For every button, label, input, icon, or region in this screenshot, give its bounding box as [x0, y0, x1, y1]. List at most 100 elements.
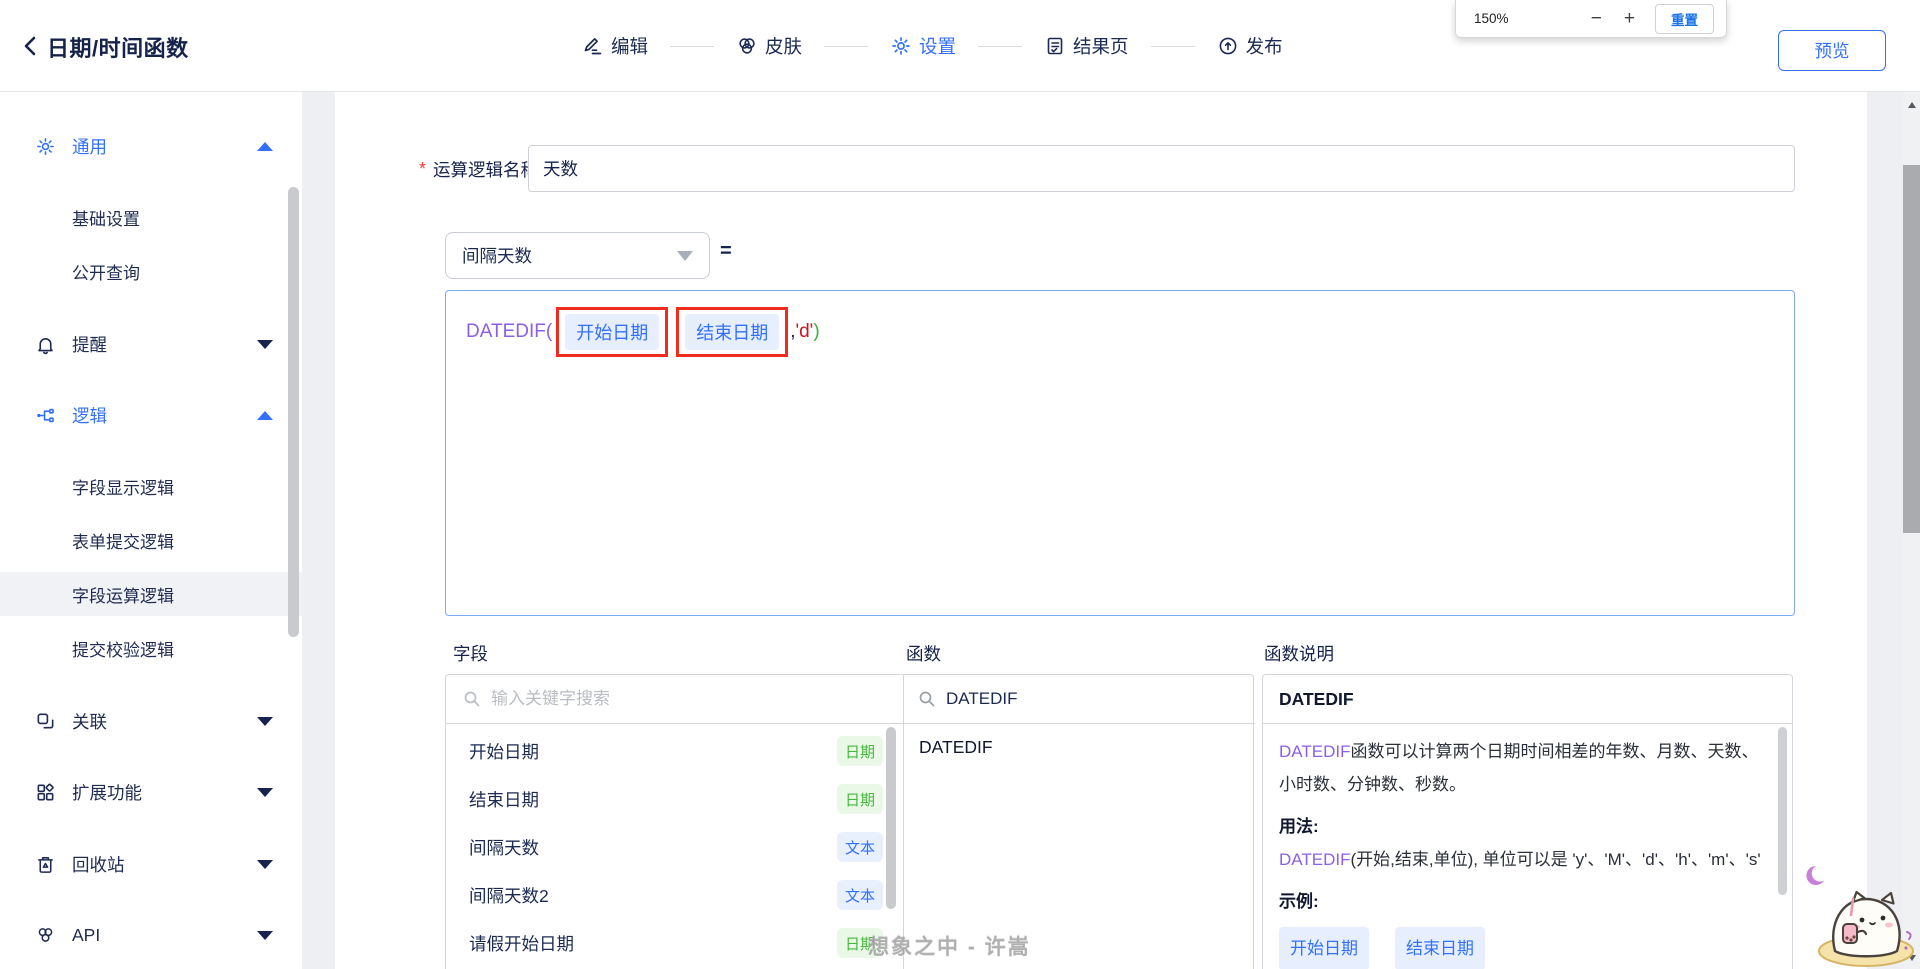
tab-settings[interactable]: 设置	[890, 33, 956, 59]
tab-edit[interactable]: 编辑	[582, 33, 648, 59]
sidebar-item-relation[interactable]: 关联	[0, 699, 302, 743]
sidebar-item-label: 基础设置	[72, 205, 140, 230]
field-row-start-date[interactable]: 开始日期 日期	[446, 727, 886, 775]
error-highlight-frame: 结束日期	[676, 307, 788, 357]
sidebar-item-label: 提醒	[72, 332, 107, 357]
sidebar-item-label: API	[72, 925, 100, 946]
function-search[interactable]	[918, 675, 1226, 723]
scrollbar-thumb[interactable]	[1903, 165, 1920, 533]
sidebar-item-label: 通用	[72, 134, 107, 159]
target-field-select[interactable]: 间隔天数	[445, 232, 710, 279]
result-page-icon	[1044, 35, 1066, 57]
description-header-divider	[1263, 723, 1793, 724]
zoom-out-button[interactable]: −	[1585, 8, 1608, 30]
sidebar-item-field-display-logic[interactable]: 字段显示逻辑	[0, 464, 302, 508]
field-row-interval-days[interactable]: 间隔天数 文本	[446, 823, 886, 871]
back-chevron-icon	[20, 34, 40, 58]
logic-name-input[interactable]	[528, 145, 1795, 192]
sidebar-item-general[interactable]: 通用	[0, 124, 302, 168]
browser-scrollbar[interactable]	[1903, 92, 1920, 969]
sidebar-item-form-submit-logic[interactable]: 表单提交逻辑	[0, 518, 302, 562]
page-title: 日期/时间函数	[47, 31, 189, 63]
field-name: 结束日期	[469, 787, 539, 812]
chevron-down-icon	[257, 788, 273, 797]
sidebar-item-basic-settings[interactable]: 基础设置	[0, 195, 302, 239]
field-search-input[interactable]	[491, 689, 791, 709]
example-label: 示例:	[1279, 885, 1766, 918]
description-scrollbar-thumb[interactable]	[1778, 727, 1787, 895]
zoom-level-value: 150%	[1474, 11, 1509, 26]
sidebar-item-recycle-bin[interactable]: 回收站	[0, 842, 302, 886]
fields-functions-panel: 开始日期 日期 结束日期 日期 间隔天数 文本 间隔天数2 文本 请假开始日期 …	[445, 674, 1254, 969]
link-squares-icon	[34, 710, 56, 732]
sidebar-item-reminder[interactable]: 提醒	[0, 322, 302, 366]
edit-pencil-icon	[582, 35, 604, 57]
sidebar-item-label: 公开查询	[72, 259, 140, 284]
field-search[interactable]	[463, 675, 791, 723]
usage-rest-text: (开始,结束,单位), 单位可以是 'y'、'M'、'd'、'h'、'm'、's…	[1350, 850, 1760, 869]
field-name: 间隔天数2	[469, 883, 549, 908]
equals-sign: =	[720, 240, 732, 263]
tab-skin[interactable]: 皮肤	[736, 33, 802, 59]
tab-publish-label: 发布	[1246, 33, 1283, 59]
field-row-leave-start-date[interactable]: 请假开始日期 日期	[446, 919, 886, 967]
field-type-tag: 日期	[837, 784, 883, 814]
example-chip-end-date: 结束日期	[1395, 927, 1485, 969]
sidebar-item-api[interactable]: API	[0, 913, 302, 957]
description-intro: DATEDIF函数可以计算两个日期时间相差的年数、月数、天数、小时数、分钟数、秒…	[1279, 735, 1766, 801]
field-row-end-date[interactable]: 结束日期 日期	[446, 775, 886, 823]
column-divider	[903, 675, 904, 969]
settings-gear-icon	[890, 35, 912, 57]
description-fn-token: DATEDIF	[1279, 742, 1350, 761]
field-chip-end-date[interactable]: 结束日期	[685, 314, 779, 350]
tab-result-page[interactable]: 结果页	[1044, 33, 1129, 59]
formula-function-token: DATEDIF(	[466, 321, 552, 343]
mascot-cat-image	[1794, 858, 1920, 969]
bell-icon	[34, 333, 56, 355]
function-search-input[interactable]	[946, 689, 1226, 709]
formula-editor[interactable]: DATEDIF( 开始日期 结束日期 , 'd' )	[445, 290, 1795, 616]
zoom-reset-button[interactable]: 重置	[1655, 4, 1714, 34]
preview-button[interactable]: 预览	[1778, 30, 1886, 71]
sidebar-item-submit-validate-logic[interactable]: 提交校验逻辑	[0, 626, 302, 670]
field-type-tag: 文本	[837, 832, 883, 862]
tab-settings-label: 设置	[919, 33, 956, 59]
zoom-in-button[interactable]: +	[1618, 8, 1641, 30]
field-name: 开始日期	[469, 739, 539, 764]
target-field-value: 间隔天数	[462, 243, 532, 268]
publish-icon	[1217, 35, 1239, 57]
sidebar-item-label: 逻辑	[72, 403, 107, 428]
sidebar-item-label: 关联	[72, 709, 107, 734]
sidebar-item-label: 扩展功能	[72, 780, 142, 805]
error-highlight-frame: 开始日期	[556, 307, 668, 357]
sidebar: 通用 基础设置 公开查询 提醒 逻辑 字段显示逻辑 表单提交逻辑 字段运算逻辑	[0, 92, 302, 969]
chevron-down-icon	[257, 340, 273, 349]
usage-fn-token: DATEDIF	[1279, 850, 1350, 869]
formula-close-paren-token: )	[813, 321, 819, 343]
skin-circles-icon	[736, 35, 758, 57]
sidebar-item-label: 字段运算逻辑	[72, 582, 174, 607]
sidebar-item-public-query[interactable]: 公开查询	[0, 249, 302, 293]
chevron-down-icon	[257, 860, 273, 869]
extensions-grid-icon	[34, 781, 56, 803]
tab-result-label: 结果页	[1073, 33, 1129, 59]
back-button[interactable]	[16, 32, 44, 60]
field-row-interval-days-2[interactable]: 间隔天数2 文本	[446, 871, 886, 919]
field-list-scrollbar-thumb[interactable]	[886, 727, 896, 909]
fields-column-title: 字段	[453, 641, 488, 666]
field-chip-start-date[interactable]: 开始日期	[565, 314, 659, 350]
sidebar-item-extensions[interactable]: 扩展功能	[0, 770, 302, 814]
usage-label: 用法:	[1279, 810, 1766, 843]
sidebar-scrollbar-thumb[interactable]	[288, 187, 299, 637]
tab-publish[interactable]: 发布	[1217, 33, 1283, 59]
sidebar-item-field-calc-logic[interactable]: 字段运算逻辑	[0, 572, 302, 616]
search-icon	[463, 690, 481, 708]
scrollbar-up-arrow[interactable]	[1908, 102, 1916, 108]
tab-edit-label: 编辑	[611, 33, 648, 59]
chevron-down-icon	[257, 717, 273, 726]
function-row-datedif[interactable]: DATEDIF	[904, 723, 1254, 771]
functions-column-title: 函数	[906, 641, 941, 666]
logic-branch-icon	[34, 404, 56, 426]
sidebar-item-logic[interactable]: 逻辑	[0, 393, 302, 437]
select-caret-icon	[677, 251, 693, 261]
